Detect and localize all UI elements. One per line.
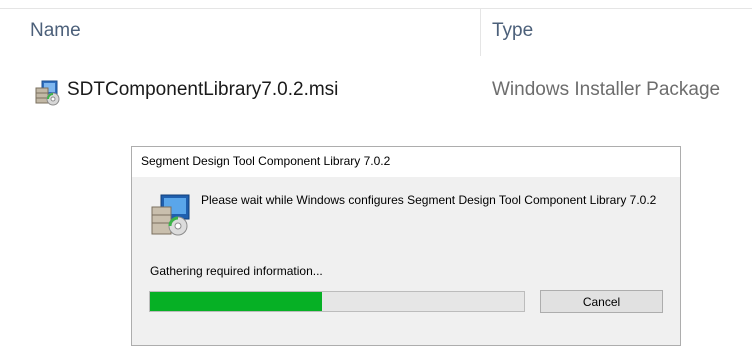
header-top-divider [0, 8, 752, 9]
file-type: Windows Installer Package [492, 79, 721, 100]
column-header-type[interactable]: Type [492, 20, 533, 42]
file-name: SDTComponentLibrary7.0.2.msi [67, 79, 339, 100]
msi-package-icon [35, 80, 60, 106]
installer-dialog: Segment Design Tool Component Library 7.… [131, 146, 681, 346]
dialog-body: Please wait while Windows configures Seg… [132, 177, 680, 347]
dialog-title: Segment Design Tool Component Library 7.… [141, 154, 391, 168]
installer-setup-icon [151, 194, 190, 236]
status-text: Gathering required information... [150, 264, 323, 278]
dialog-title-bar[interactable]: Segment Design Tool Component Library 7.… [132, 147, 680, 177]
dialog-message: Please wait while Windows configures Seg… [201, 193, 657, 207]
cancel-button[interactable]: Cancel [540, 290, 663, 313]
file-row[interactable]: SDTComponentLibrary7.0.2.msi Windows Ins… [0, 56, 752, 120]
column-header-name[interactable]: Name [30, 20, 81, 42]
progress-bar [149, 291, 525, 312]
column-divider[interactable] [480, 8, 481, 56]
progress-bar-fill [150, 292, 323, 311]
